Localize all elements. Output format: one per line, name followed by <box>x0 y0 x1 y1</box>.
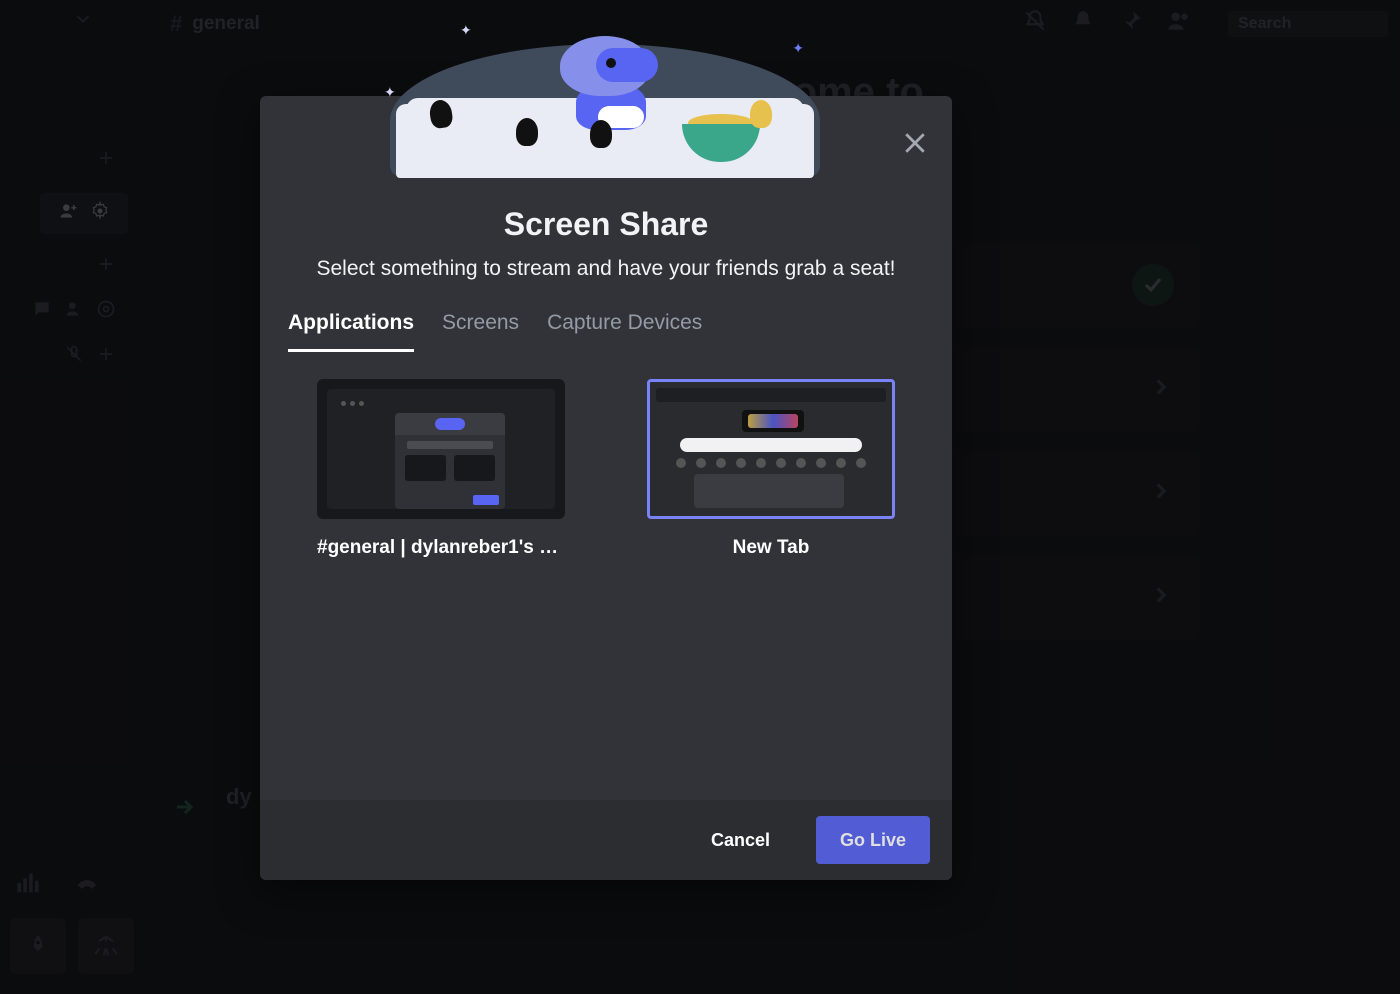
source-thumbnail <box>647 379 895 519</box>
source-thumbnail <box>317 379 565 519</box>
modal-subtitle: Select something to stream and have your… <box>286 257 926 281</box>
tab-applications[interactable]: Applications <box>288 311 414 352</box>
tab-screens[interactable]: Screens <box>442 311 519 352</box>
source-option-newtab[interactable]: New Tab <box>646 379 896 559</box>
source-option-discord[interactable]: #general | dylanreber1's s... <box>316 379 566 559</box>
source-label: New Tab <box>733 537 810 559</box>
source-grid: #general | dylanreber1's s... New Tab <box>286 379 926 559</box>
source-tabs: Applications Screens Capture Devices <box>286 311 926 353</box>
app-root: # general Search <box>0 0 1400 994</box>
close-icon[interactable] <box>900 128 930 163</box>
modal-title: Screen Share <box>286 206 926 243</box>
cancel-button[interactable]: Cancel <box>687 816 794 864</box>
go-live-button[interactable]: Go Live <box>816 816 930 864</box>
source-label: #general | dylanreber1's s... <box>317 537 565 559</box>
modal-footer: Cancel Go Live <box>260 800 952 880</box>
tab-capture-devices[interactable]: Capture Devices <box>547 311 702 352</box>
screen-share-modal: ✦✦✦ Screen Share Select something to str… <box>260 96 952 880</box>
